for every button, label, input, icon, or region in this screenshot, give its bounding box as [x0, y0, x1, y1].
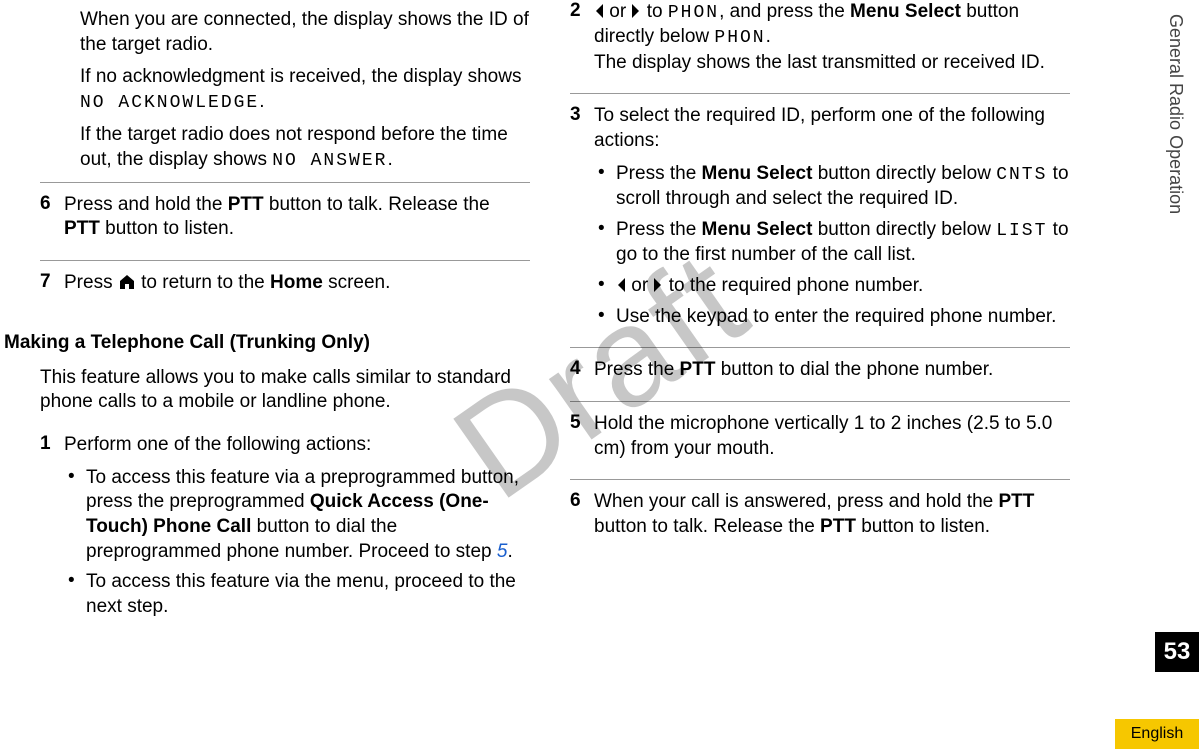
column-right: 2 or to PHON, and press the Menu Select …: [540, 0, 1080, 749]
section-heading: Making a Telephone Call (Trunking Only): [4, 332, 530, 354]
step-4-number: 4: [570, 358, 594, 380]
step-1: 1 Perform one of the following actions: …: [40, 423, 530, 638]
no-ack-pre: If no acknowledgment is received, the di…: [80, 66, 521, 87]
step-1-body: Perform one of the following actions: • …: [64, 433, 530, 628]
step-4-body: Press the PTT button to dial the phone n…: [594, 358, 1070, 391]
step-2-body: or to PHON, and press the Menu Select bu…: [594, 0, 1070, 83]
page-number-badge: 53: [1155, 632, 1199, 672]
step-7-number: 7: [40, 271, 64, 293]
step-3-bullet-3: or to the required phone number.: [616, 274, 1070, 299]
step-5-text: Hold the microphone vertically 1 to 2 in…: [594, 412, 1070, 461]
page-content: When you are connected, the display show…: [0, 0, 1199, 749]
step-1-bullet-2: To access this feature via the menu, pro…: [86, 570, 530, 619]
step-3-bullet-2: Press the Menu Select button directly be…: [616, 218, 1070, 268]
step-3-number: 3: [570, 104, 594, 126]
list-item: • or to the required phone number.: [598, 274, 1070, 299]
bullet-dot: •: [68, 570, 86, 619]
step-2-text: or to PHON, and press the Menu Select bu…: [594, 0, 1070, 75]
no-answer-code: NO ANSWER: [272, 151, 387, 171]
step-6-number: 6: [40, 193, 64, 215]
step-2: 2 or to PHON, and press the Menu Select …: [570, 0, 1070, 93]
step-3: 3 To select the required ID, perform one…: [570, 93, 1070, 347]
step-4-text: Press the PTT button to dial the phone n…: [594, 358, 1070, 383]
link-step-5[interactable]: 5: [497, 541, 508, 562]
step-6b: 6 When your call is answered, press and …: [570, 479, 1070, 557]
bullet-dot: •: [68, 466, 86, 565]
list-item: • Press the Menu Select button directly …: [598, 162, 1070, 212]
step-5-body: Hold the microphone vertically 1 to 2 in…: [594, 412, 1070, 469]
bullet-dot: •: [598, 305, 616, 330]
step-6-text: Press and hold the PTT button to talk. R…: [64, 193, 530, 242]
step-7-text: Press to return to the Home screen.: [64, 271, 530, 296]
section-desc: This feature allows you to make calls si…: [40, 366, 530, 415]
step-6: 6 Press and hold the PTT button to talk.…: [40, 182, 530, 260]
step-5: 5 Hold the microphone vertically 1 to 2 …: [570, 401, 1070, 479]
no-answer-text: If the target radio does not respond bef…: [80, 123, 530, 173]
no-ack-post: .: [259, 91, 264, 112]
list-item: • Press the Menu Select button directly …: [598, 218, 1070, 268]
list-item: • To access this feature via the menu, p…: [68, 570, 530, 619]
step-2-number: 2: [570, 0, 594, 22]
step-3-lead: To select the required ID, perform one o…: [594, 104, 1070, 153]
left-arrow-icon: [594, 3, 604, 19]
no-ack-text: If no acknowledgment is received, the di…: [80, 65, 530, 115]
left-arrow-icon: [616, 277, 626, 293]
no-ack-code: NO ACKNOWLEDGE: [80, 93, 259, 113]
bullet-dot: •: [598, 218, 616, 268]
right-arrow-icon: [653, 277, 663, 293]
step-5-number: 5: [570, 412, 594, 434]
connected-text: When you are connected, the display show…: [80, 8, 530, 57]
step-3-bullet-4: Use the keypad to enter the required pho…: [616, 305, 1070, 330]
step-1-number: 1: [40, 433, 64, 455]
language-badge: English: [1115, 719, 1199, 749]
step-1-lead: Perform one of the following actions:: [64, 433, 530, 458]
step-1-bullets: • To access this feature via a preprogra…: [64, 466, 530, 620]
step-7-body: Press to return to the Home screen.: [64, 271, 530, 304]
prev-step-continuation: When you are connected, the display show…: [80, 8, 530, 174]
list-item: • Use the keypad to enter the required p…: [598, 305, 1070, 330]
step-3-bullet-1: Press the Menu Select button directly be…: [616, 162, 1070, 212]
step-3-body: To select the required ID, perform one o…: [594, 104, 1070, 337]
list-item: • To access this feature via a preprogra…: [68, 466, 530, 565]
home-icon: [118, 274, 136, 290]
step-6b-text: When your call is answered, press and ho…: [594, 490, 1070, 539]
step-1-bullet-1: To access this feature via a preprogramm…: [86, 466, 530, 565]
right-arrow-icon: [631, 3, 641, 19]
side-chapter-title: General Radio Operation: [1165, 0, 1186, 270]
step-7: 7 Press to return to the Home screen.: [40, 260, 530, 314]
column-left: When you are connected, the display show…: [0, 0, 540, 749]
step-6b-number: 6: [570, 490, 594, 512]
step-4: 4 Press the PTT button to dial the phone…: [570, 347, 1070, 401]
step-6b-body: When your call is answered, press and ho…: [594, 490, 1070, 547]
bullet-dot: •: [598, 162, 616, 212]
step-3-bullets: • Press the Menu Select button directly …: [594, 162, 1070, 330]
no-answer-post: .: [387, 149, 392, 170]
step-6-body: Press and hold the PTT button to talk. R…: [64, 193, 530, 250]
bullet-dot: •: [598, 274, 616, 299]
